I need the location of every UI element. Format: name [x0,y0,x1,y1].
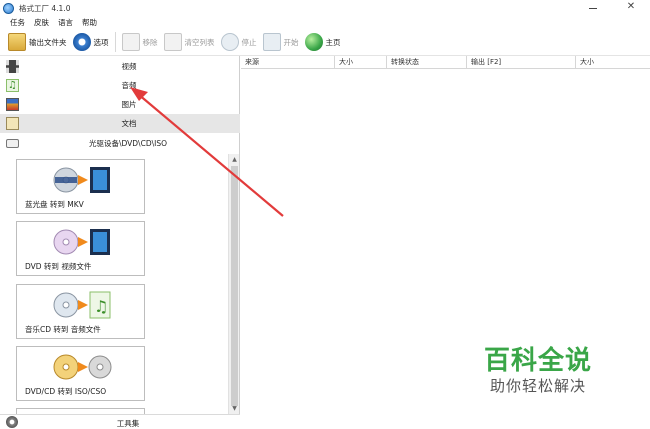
start-label: 开始 [283,37,299,47]
options-label: 选项 [93,37,109,47]
minimize-icon[interactable] [588,3,598,11]
toolbar-divider [114,32,116,52]
home-label: 主页 [325,37,341,47]
category-disc[interactable]: 光驱设备\DVD\CD\ISO [0,134,240,153]
title-bar: 格式工厂 4.1.0 ✕ [0,0,650,16]
app-icon [3,2,14,14]
category-picture-label: 图片 [121,100,137,109]
watermark-title: 百科全说 [484,346,593,376]
clear-list-icon [163,33,182,51]
cd-to-audio-icon: ♫ [53,291,111,319]
watermark-subtitle: 助你轻松解决 [490,377,587,395]
tool-label: 蓝光盘 转到 MKV [25,200,84,209]
close-icon[interactable]: ✕ [626,2,636,12]
column-size[interactable]: 大小 [335,56,387,69]
remove-button[interactable]: 移除 [121,31,158,53]
svg-text:♫: ♫ [94,297,108,316]
gear-icon [72,33,91,51]
remove-file-icon [121,33,140,51]
output-folder-button[interactable]: 输出文件夹 [8,31,67,53]
category-disc-label: 光驱设备\DVD\CD\ISO [88,139,168,148]
stop-label: 停止 [241,37,257,47]
start-icon [262,33,281,51]
menu-skin[interactable]: 皮肤 [34,17,49,28]
toolbox-label: 工具集 [116,419,140,428]
options-button[interactable]: 选项 [72,31,109,53]
tool-bluray-to-mkv[interactable]: 蓝光盘 转到 MKV [16,159,145,214]
output-folder-label: 输出文件夹 [29,37,67,47]
column-output-size[interactable]: 大小 [576,56,650,69]
remove-label: 移除 [142,37,158,47]
column-output[interactable]: 输出 [F2] [467,56,576,69]
scroll-thumb[interactable] [231,166,238,406]
stop-icon [220,33,239,51]
dvd-to-video-icon [53,229,110,255]
column-status[interactable]: 转换状态 [387,56,467,69]
toolbar: 输出文件夹 选项 移除 清空列表 停止 开始 主页 [0,29,650,56]
disc-to-iso-icon [53,354,112,380]
category-video-label: 视频 [121,62,137,71]
scroll-up-icon[interactable]: ▲ [229,154,240,165]
tool-disc-to-iso[interactable]: DVD/CD 转到 ISO/CSO [16,346,145,401]
watermark: 百科全说 助你轻松解决 [466,340,616,400]
stop-button[interactable]: 停止 [220,31,257,53]
folder-icon [8,33,26,51]
category-document[interactable]: 文档 [0,114,240,133]
category-audio[interactable]: ♫ 音频 [0,76,240,95]
column-source[interactable]: 来源 [241,56,335,69]
tool-label: DVD/CD 转到 ISO/CSO [25,387,107,396]
toolbox-bar[interactable]: 工具集 [0,414,240,429]
tools-list: 蓝光盘 转到 MKV DVD 转到 视频文件 ♫ 音乐CD 转到 音频文件 DV… [10,152,241,418]
window-title: 格式工厂 4.1.0 [19,3,71,13]
tool-label: DVD 转到 视频文件 [25,262,92,271]
menu-task[interactable]: 任务 [10,17,25,28]
clear-list-button[interactable]: 清空列表 [163,31,215,53]
category-video[interactable]: 视频 [0,57,240,76]
scroll-down-icon[interactable]: ▼ [229,403,240,414]
tool-dvd-to-video[interactable]: DVD 转到 视频文件 [16,221,145,276]
tool-label: 音乐CD 转到 音频文件 [25,325,101,334]
category-audio-label: 音频 [121,81,137,90]
home-button[interactable]: 主页 [304,31,341,53]
category-document-label: 文档 [121,119,137,128]
start-button[interactable]: 开始 [262,31,299,53]
tool-cd-to-audio[interactable]: ♫ 音乐CD 转到 音频文件 [16,284,145,339]
menu-language[interactable]: 语言 [58,17,73,28]
globe-icon [304,33,323,51]
clear-list-label: 清空列表 [184,37,215,47]
category-picture[interactable]: 图片 [0,95,240,114]
file-list-header: 来源 大小 转换状态 输出 [F2] 大小 [241,56,650,69]
bluray-to-mkv-icon [53,167,110,193]
menu-bar: 任务 皮肤 语言 帮助 [0,16,650,29]
menu-help[interactable]: 帮助 [82,17,97,28]
tools-scrollbar[interactable]: ▲ ▼ [228,154,239,414]
